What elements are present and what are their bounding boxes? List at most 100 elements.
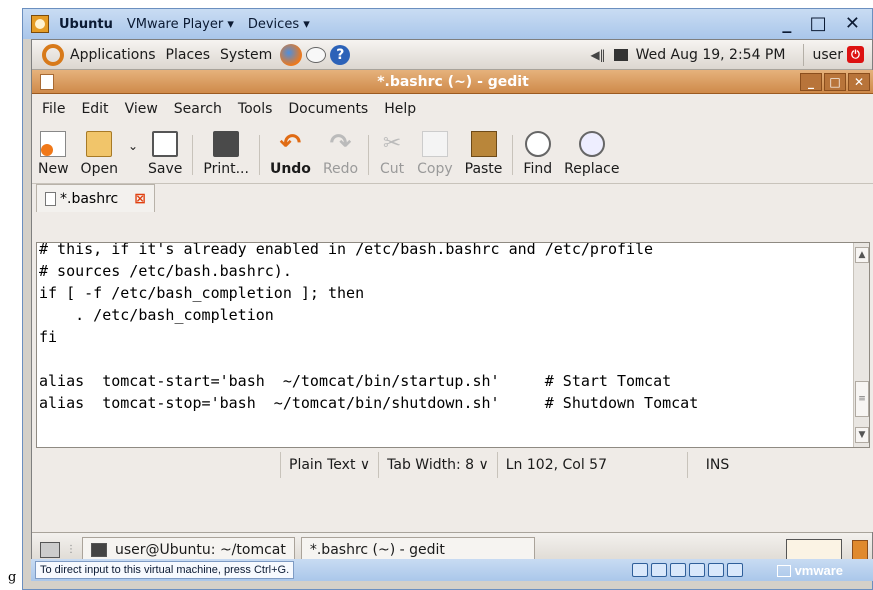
user-menu[interactable]: user [812, 47, 843, 63]
message-device-icon[interactable] [726, 563, 743, 577]
vmware-logo: vmware [776, 562, 843, 578]
input-hint: To direct input to this virtual machine,… [35, 561, 295, 579]
undo-icon: ↶ [279, 129, 302, 159]
paste-label: Paste [464, 161, 503, 177]
save-label: Save [148, 161, 183, 177]
vmware-player-window: Ubuntu VMware Player ▾ Devices ▾ _ □ ✕ A… [22, 8, 873, 590]
show-desktop-icon[interactable] [40, 541, 60, 558]
cursor-position: Ln 102, Col 57 [496, 452, 687, 478]
copy-icon [421, 131, 448, 157]
scroll-down-icon[interactable]: ▼ [855, 427, 869, 443]
terminal-icon [91, 542, 107, 557]
menu-view[interactable]: View [125, 101, 158, 117]
taskbar-terminal-label: user@Ubuntu: ~/tomcat [115, 541, 286, 558]
help-icon[interactable]: ? [330, 44, 351, 65]
clipboard-icon [470, 131, 497, 157]
panel-separator [803, 43, 805, 66]
folder-open-icon [86, 131, 113, 157]
menu-search[interactable]: Search [174, 101, 222, 117]
save-button[interactable]: Save [148, 131, 182, 177]
workspace-switcher[interactable] [786, 538, 842, 561]
applications-menu[interactable]: Applications [70, 47, 156, 63]
toolbar-separator [192, 135, 194, 175]
places-menu[interactable]: Places [166, 47, 211, 63]
scrollbar-thumb[interactable]: ≡ [855, 381, 869, 417]
tab-bashrc[interactable]: *.bashrc ⊠ [36, 184, 155, 212]
clock[interactable]: Wed Aug 19, 2:54 PM [636, 47, 786, 63]
text-file-icon [45, 191, 56, 206]
print-button[interactable]: Print... [203, 131, 249, 177]
copy-button[interactable]: Copy [417, 131, 453, 177]
vmware-title-bar: Ubuntu VMware Player ▾ Devices ▾ _ □ ✕ [23, 9, 872, 39]
text-editor[interactable]: # this, if it's already enabled in /etc/… [36, 242, 870, 448]
paste-button[interactable]: Paste [464, 131, 503, 177]
save-icon [152, 131, 179, 157]
firefox-icon[interactable] [280, 43, 303, 66]
gedit-title-bar: *.bashrc (~) - gedit _ □ ✕ [32, 70, 873, 94]
close-tab-icon[interactable]: ⊠ [134, 191, 146, 207]
maximize-button[interactable]: □ [824, 73, 846, 91]
device-icons [631, 563, 743, 577]
status-bar: Plain Text ∨ Tab Width: 8 ∨ Ln 102, Col … [32, 450, 873, 480]
sound-device-icon[interactable] [707, 563, 724, 577]
ubuntu-logo-icon[interactable] [42, 43, 64, 66]
copy-label: Copy [417, 161, 453, 177]
network-icon[interactable] [613, 48, 628, 61]
menu-documents[interactable]: Documents [288, 101, 368, 117]
power-icon[interactable]: ⏻ [847, 46, 864, 63]
magnifier-icon [524, 131, 551, 157]
cut-label: Cut [380, 161, 405, 177]
ubuntu-vm-icon [31, 15, 49, 33]
new-button[interactable]: New [38, 131, 69, 177]
vmware-brand-text: vmware [794, 562, 843, 578]
gedit-window: *.bashrc (~) - gedit _ □ ✕ File Edit Vie… [32, 70, 873, 532]
toolbar-separator [368, 135, 370, 175]
editor-content[interactable]: # this, if it's already enabled in /etc/… [39, 243, 849, 414]
menu-edit[interactable]: Edit [81, 101, 108, 117]
vm-name: Ubuntu [59, 16, 113, 32]
toolbar-separator [512, 135, 514, 175]
insert-mode: INS [686, 452, 738, 478]
floppy-device-icon[interactable] [669, 563, 686, 577]
system-menu[interactable]: System [220, 47, 272, 63]
vmware-window-controls[interactable]: _ □ ✕ [782, 13, 866, 34]
menu-file[interactable]: File [42, 101, 65, 117]
minimize-button[interactable]: _ [800, 73, 822, 91]
menu-help[interactable]: Help [384, 101, 416, 117]
redo-button[interactable]: ↷ Redo [323, 131, 358, 177]
top-panel: Applications Places System ? ◀‖ Wed Aug … [32, 40, 872, 70]
open-button[interactable]: Open [81, 131, 118, 177]
language-selector[interactable]: Plain Text ∨ [280, 452, 378, 478]
open-label: Open [80, 161, 118, 177]
vmware-player-menu[interactable]: VMware Player ▾ [127, 17, 234, 32]
usb-device-icon[interactable] [688, 563, 705, 577]
stray-character: g [8, 570, 17, 585]
replace-button[interactable]: Replace [564, 131, 620, 177]
mail-icon[interactable] [306, 46, 327, 63]
cut-button[interactable]: ✂ Cut [379, 131, 405, 177]
gedit-window-title: *.bashrc (~) - gedit [377, 73, 529, 90]
volume-icon[interactable]: ◀‖ [590, 48, 605, 62]
chevron-down-icon[interactable]: ⌄ [128, 139, 138, 153]
find-replace-icon [578, 131, 605, 157]
menu-bar: File Edit View Search Tools Documents He… [32, 94, 873, 124]
undo-label: Undo [269, 161, 311, 177]
find-label: Find [523, 161, 553, 177]
close-button[interactable]: ✕ [848, 73, 870, 91]
gedit-window-controls: _ □ ✕ [800, 73, 870, 91]
print-label: Print... [203, 161, 249, 177]
redo-icon: ↷ [329, 129, 352, 159]
panel-handle: ⋮ [66, 544, 76, 555]
tab-width-selector[interactable]: Tab Width: 8 ∨ [378, 452, 497, 478]
ubuntu-desktop: Applications Places System ? ◀‖ Wed Aug … [31, 39, 873, 577]
cd-device-icon[interactable] [650, 563, 667, 577]
trash-icon[interactable] [852, 539, 868, 560]
vertical-scrollbar[interactable]: ▲ ≡ ▼ [853, 243, 869, 447]
scroll-up-icon[interactable]: ▲ [855, 247, 869, 263]
undo-button[interactable]: ↶ Undo [270, 131, 311, 177]
menu-tools[interactable]: Tools [238, 101, 273, 117]
find-button[interactable]: Find [523, 131, 552, 177]
devices-menu[interactable]: Devices ▾ [248, 17, 310, 32]
network-device-icon[interactable] [631, 563, 648, 577]
tab-label: *.bashrc [60, 190, 119, 207]
